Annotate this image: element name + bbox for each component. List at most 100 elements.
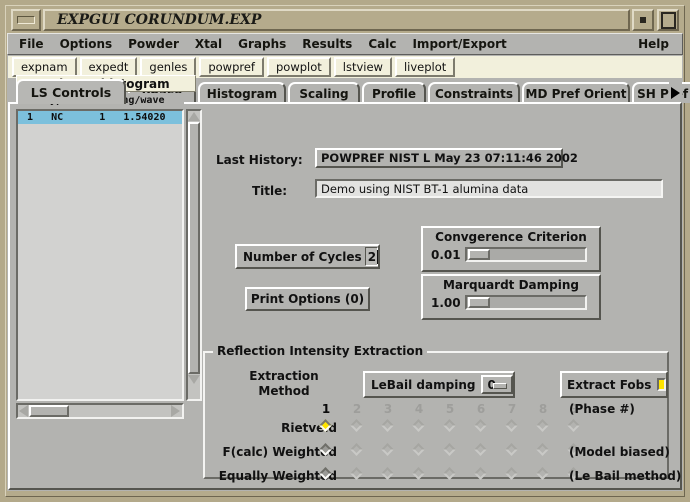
- diamond-glyph: [381, 443, 394, 456]
- extraction-radio-equal-1[interactable]: [319, 467, 332, 480]
- lebail-damping-label: LeBail damping: [371, 377, 476, 392]
- phase-number-8: 8: [538, 402, 548, 416]
- menu-item-calc[interactable]: Calc: [361, 35, 403, 53]
- extraction-method-label-line2: Method: [258, 384, 310, 398]
- tab-profile[interactable]: Profile: [362, 82, 426, 103]
- diamond-glyph: [443, 419, 456, 432]
- menu-item-help[interactable]: Help: [631, 35, 676, 53]
- extraction-radio-equal-2: [350, 467, 363, 480]
- convergence-criterion-row: 0.01: [423, 247, 599, 262]
- number-of-cycles-value: 2: [367, 249, 377, 264]
- lebail-damping-control: LeBail damping 0: [363, 371, 515, 398]
- menu-item-options[interactable]: Options: [53, 35, 120, 53]
- extraction-radio-fcalc-6: [474, 443, 487, 456]
- extraction-method-label: Extraction Method: [229, 369, 339, 399]
- phase-number-3: 3: [383, 402, 393, 416]
- tab-md-pref-orient[interactable]: MD Pref Orient: [522, 82, 630, 103]
- tab-constraints[interactable]: Constraints: [428, 82, 520, 103]
- scroll-right-glyph: [171, 405, 180, 417]
- diamond-glyph: [536, 467, 549, 480]
- horizontal-scroll-thumb[interactable]: [29, 405, 69, 417]
- scroll-up-glyph: [188, 112, 200, 121]
- print-options-button[interactable]: Print Options (0): [245, 287, 370, 311]
- diamond-glyph: [350, 443, 363, 456]
- extraction-row-note-equally-weighted: (Le Bail method): [569, 469, 682, 483]
- extraction-radio-rietveld-6: [474, 419, 487, 432]
- convergence-criterion-group: Convgerence Criterion 0.01: [421, 226, 601, 272]
- phase-number-5: 5: [445, 402, 455, 416]
- vertical-scroll-thumb[interactable]: [188, 122, 200, 374]
- title-input[interactable]: Demo using NIST BT-1 alumina data: [315, 179, 663, 198]
- toolbar-button-lstview[interactable]: lstview: [333, 57, 392, 77]
- application-window: EXPGUI CORUNDUM.EXP File Options Powder …: [0, 0, 690, 502]
- phase-number-4: 4: [414, 402, 424, 416]
- extraction-radio-fcalc-1[interactable]: [319, 443, 332, 456]
- menu-item-powder[interactable]: Powder: [121, 35, 186, 53]
- tab-scaling[interactable]: Scaling: [288, 82, 360, 103]
- extract-fobs-control[interactable]: Extract Fobs: [560, 371, 668, 398]
- scroll-down-icon[interactable]: [188, 375, 200, 384]
- maximize-icon[interactable]: [657, 9, 679, 31]
- scroll-left-icon[interactable]: [19, 405, 28, 417]
- scroll-up-icon[interactable]: [188, 112, 200, 121]
- scroll-right-icon[interactable]: [171, 405, 180, 417]
- menu-item-file[interactable]: File: [12, 35, 51, 53]
- minimize-glyph: [640, 17, 646, 23]
- menu-item-results[interactable]: Results: [295, 35, 359, 53]
- menu-item-graphs[interactable]: Graphs: [231, 35, 293, 53]
- toolbar-button-powpref[interactable]: powpref: [199, 57, 264, 77]
- histogram-list-horizontal-scrollbar[interactable]: [16, 403, 184, 419]
- menu-item-xtal[interactable]: Xtal: [188, 35, 229, 53]
- extraction-radio-equal-3: [381, 467, 394, 480]
- window-menu-bar-glyph: [17, 16, 35, 24]
- diamond-glyph: [474, 443, 487, 456]
- menu-item-import-export[interactable]: Import/Export: [405, 35, 513, 53]
- phase-number-1: 1: [321, 402, 331, 416]
- toolbar-button-genles[interactable]: genles: [140, 57, 197, 77]
- histogram-list[interactable]: 1 NC 1 1.54020 cu: [16, 109, 184, 401]
- convergence-criterion-title: Convgerence Criterion: [435, 230, 587, 244]
- extraction-radio-rietveld-8: [536, 419, 549, 432]
- list-item[interactable]: 1 NC 1 1.54020 cu: [18, 111, 182, 124]
- tab-ls-controls[interactable]: LS Controls: [16, 79, 126, 104]
- tab-strip: LS Controls Phase Histogram Scaling Prof…: [8, 79, 690, 104]
- toolbar-button-liveplot[interactable]: liveplot: [394, 57, 456, 77]
- diamond-glyph: [350, 467, 363, 480]
- convergence-criterion-slider[interactable]: [465, 247, 587, 262]
- extraction-radio-rietveld-1[interactable]: [319, 419, 332, 432]
- diamond-glyph: [505, 419, 518, 432]
- diamond-glyph: [474, 467, 487, 480]
- text-caret: [376, 250, 378, 264]
- number-of-cycles-input[interactable]: 2: [364, 247, 378, 266]
- extraction-radio-equal-8: [536, 467, 549, 480]
- extraction-radio-rietveld-3: [381, 419, 394, 432]
- extraction-radio-fcalc-8: [536, 443, 549, 456]
- diamond-glyph: [567, 419, 580, 432]
- marquardt-damping-slider-thumb[interactable]: [468, 297, 490, 308]
- toolbar-button-expedt[interactable]: expedt: [79, 57, 138, 77]
- chevron-right-icon[interactable]: [669, 82, 682, 103]
- diamond-glyph: [319, 443, 332, 456]
- phase-caption: (Phase #): [569, 402, 635, 416]
- minimize-icon[interactable]: [632, 9, 654, 31]
- diamond-glyph: [536, 419, 549, 432]
- last-history-label: Last History:: [216, 153, 303, 167]
- scroll-down-glyph: [188, 375, 200, 384]
- extraction-radio-fcalc-5: [443, 443, 456, 456]
- dropdown-indicator-icon: [493, 383, 507, 389]
- lebail-damping-dropdown[interactable]: 0: [481, 375, 513, 394]
- extract-fobs-checkbox[interactable]: [657, 378, 666, 391]
- extraction-radio-rietveld-7: [505, 419, 518, 432]
- diamond-glyph: [381, 419, 394, 432]
- histogram-list-vertical-scrollbar[interactable]: [186, 109, 202, 401]
- convergence-criterion-slider-thumb[interactable]: [468, 249, 490, 260]
- diamond-glyph: [412, 467, 425, 480]
- tab-histogram[interactable]: Histogram: [198, 82, 286, 103]
- toolbar-button-powplot[interactable]: powplot: [266, 57, 331, 77]
- extraction-radio-fcalc-2: [350, 443, 363, 456]
- window-menu-icon[interactable]: [11, 9, 41, 31]
- marquardt-damping-slider[interactable]: [465, 295, 587, 310]
- marquardt-damping-row: 1.00: [423, 295, 599, 310]
- toolbar-button-expnam[interactable]: expnam: [12, 57, 77, 77]
- window-title: EXPGUI CORUNDUM.EXP: [57, 12, 262, 28]
